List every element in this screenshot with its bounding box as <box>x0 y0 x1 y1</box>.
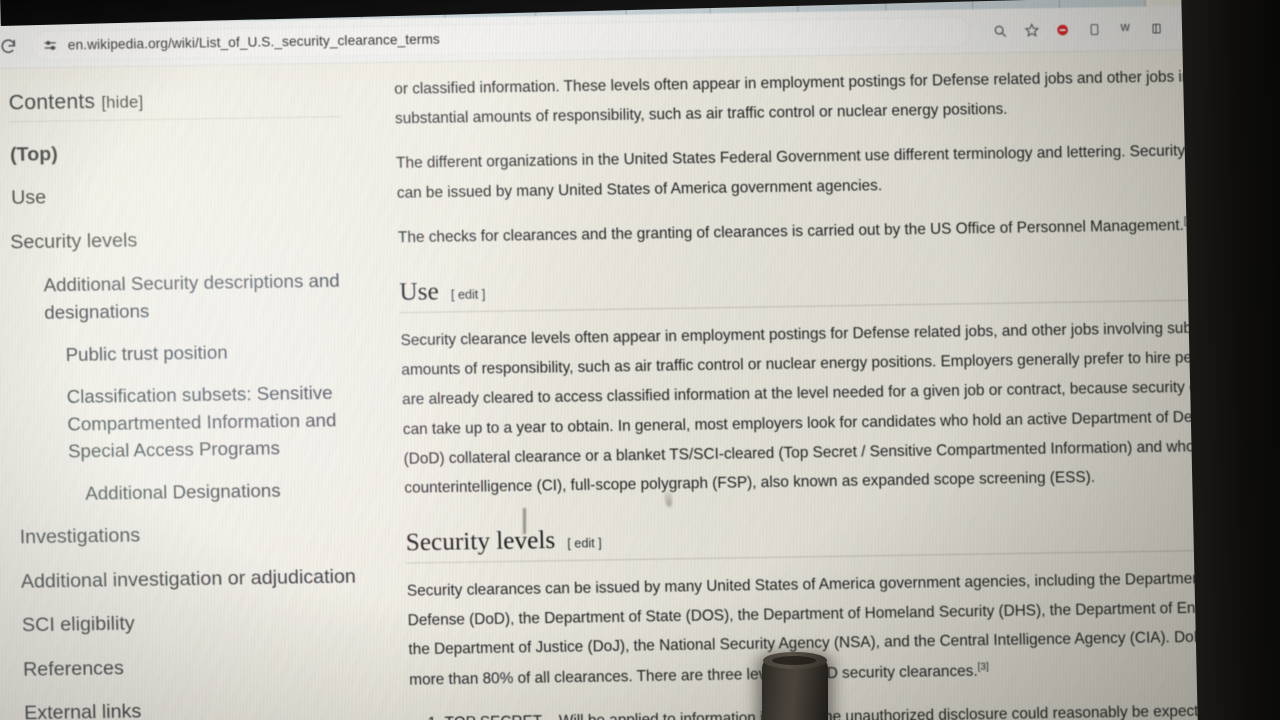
browser-tab[interactable]: 🌐 Wiring t × <box>361 0 446 19</box>
browser-tab[interactable]: 🌐 Serotoni × <box>98 0 187 23</box>
extension-page-icon[interactable] <box>1083 18 1106 41</box>
extension-red-icon[interactable] <box>1051 18 1074 41</box>
tab-close-icon[interactable]: × <box>521 0 527 5</box>
toc-item[interactable]: Classification subsets: Sensitive Compar… <box>16 371 364 473</box>
extension-sidebar-icon[interactable] <box>1145 17 1168 40</box>
toc-item-label: SCI eligibility <box>21 612 135 637</box>
reload-icon[interactable] <box>0 35 20 58</box>
globe-icon: 🌐 <box>193 0 208 12</box>
zoom-search-icon[interactable] <box>989 19 1012 42</box>
browser-tab-label: Lec 1: In <box>824 0 865 1</box>
unlock-icon: 🔓 <box>543 0 558 7</box>
chevron-down-icon[interactable]: ∨ <box>0 233 11 254</box>
toc-item-label: Investigations <box>19 524 141 549</box>
browser-tab-label: Covingto <box>212 0 255 12</box>
toc-item-label: References <box>22 656 125 681</box>
section-heading-use: Use [ edit ] <box>399 265 1271 314</box>
toolbar-icon-group[interactable]: W <box>989 16 1231 42</box>
toc-item[interactable]: (Top) <box>9 127 356 176</box>
chrome-menu-icon[interactable] <box>1208 16 1231 39</box>
tab-close-icon[interactable]: × <box>172 0 178 11</box>
tab-close-icon[interactable]: × <box>696 0 702 2</box>
pause-icon: ‖ <box>633 0 648 5</box>
section-title-use: Use <box>399 278 440 307</box>
browser-tab[interactable]: ‖In search × <box>444 0 537 18</box>
extension-w-icon: W <box>1120 22 1131 35</box>
toc-item[interactable]: Additional Designations <box>18 468 364 516</box>
monitor-screen: 🌐 Serotoni × 🌐 Covingto × W Potentia × 🌐 Wiring t ×… <box>0 0 1280 720</box>
globe-icon: 🌐 <box>369 0 383 10</box>
edit-link-security-levels[interactable]: [ edit ] <box>567 536 602 551</box>
browser-tab-label: Genetic <box>652 0 689 4</box>
tab-close-icon[interactable]: × <box>261 0 267 9</box>
browser-tab-label: Wiring t <box>387 0 424 9</box>
reference-marker-3[interactable]: [3] <box>977 661 989 672</box>
toc-list[interactable]: (Top) Use ∨Security levels Additional Secur… <box>0 127 371 720</box>
toc-item-label: Security levels <box>9 229 138 254</box>
security-levels-list: TOP SECRET – Will be applied to informat… <box>444 696 1280 720</box>
browser-tab-label: Biosensc <box>562 0 605 6</box>
youtube-icon: ▶ <box>805 0 820 3</box>
browser-tab[interactable]: 🔓 Biosensc × <box>535 0 627 17</box>
security-level-item: TOP SECRET – Will be applied to informat… <box>444 696 1280 720</box>
intro-paragraph-3: The checks for clearances and the granti… <box>398 209 1269 252</box>
tab-close-icon[interactable]: × <box>431 0 437 7</box>
address-bar[interactable]: en.wikipedia.org/wiki/List_of_U.S._secur… <box>31 15 972 61</box>
table-of-contents-sidebar[interactable]: Contents [hide] (Top) Use ∨Security levels… <box>0 63 402 720</box>
toc-item[interactable]: SCI eligibility <box>21 598 368 647</box>
intro-paragraph-3-text: The checks for clearances and the granti… <box>397 216 1185 247</box>
toc-hide-link[interactable]: [hide] <box>101 93 143 112</box>
youtube-icon: ▶ <box>717 0 732 4</box>
toc-item[interactable]: Additional Security descriptions and des… <box>13 259 360 334</box>
intro-paragraph-1: or classified information. These levels … <box>394 67 1239 128</box>
toc-item[interactable]: References <box>22 642 369 691</box>
browser-tab-label: In search <box>470 0 515 8</box>
intro-paragraph-2: The different organizations in the Unite… <box>395 141 1264 202</box>
toc-item[interactable]: External links <box>24 686 371 720</box>
toc-item[interactable]: Use <box>11 171 358 220</box>
browser-tab[interactable]: 🌐 Covingto × <box>185 0 276 22</box>
contents-heading: Contents [hide] <box>8 86 354 116</box>
toc-item-label: Additional Designations <box>85 480 281 505</box>
browser-tab-label: Serotoni <box>125 0 166 13</box>
bookmark-star-icon[interactable] <box>1020 19 1043 42</box>
wikipedia-icon: W <box>285 0 295 9</box>
toc-item-label: (Top) <box>9 142 59 166</box>
browser-tab[interactable]: ‖ Genetic × <box>625 0 711 15</box>
pause-icon: ‖ <box>452 0 467 8</box>
contents-title: Contents <box>8 89 96 115</box>
section-title-security-levels: Security levels <box>405 526 556 557</box>
toc-item-label: Public trust position <box>65 341 228 366</box>
wikipedia-page: Contents [hide] (Top)Use∨Security levels… <box>0 48 1280 720</box>
toc-item[interactable]: Investigations <box>19 510 366 559</box>
toc-divider <box>9 116 341 123</box>
security-levels-paragraph-text: Security clearances can be issued by man… <box>406 570 1275 689</box>
youtube-icon: ▶ <box>893 0 908 1</box>
toc-item-label: External links <box>23 700 142 720</box>
article-content: or classified information. These levels … <box>384 48 1280 720</box>
tune-sliders-icon[interactable] <box>41 34 59 56</box>
security-levels-paragraph: Security clearances can be issued by man… <box>407 563 1280 695</box>
toc-item[interactable]: ∨Security levels <box>0 215 359 264</box>
toc-item[interactable]: Public trust position <box>15 328 361 376</box>
toc-item[interactable]: Additional investigation or adjudication <box>20 554 367 603</box>
toc-item-label: Use <box>10 186 47 210</box>
browser-tab-label: Potentia <box>301 0 341 10</box>
browser-tab[interactable]: W Potentia × <box>274 0 362 21</box>
screen-photograph: 🌐 Serotoni × 🌐 Covingto × W Potentia × 🌐 Wiring t ×… <box>0 0 1280 720</box>
tab-close-icon[interactable]: × <box>347 0 353 8</box>
toc-item-label: Additional investigation or adjudication <box>20 565 357 593</box>
reference-marker[interactable]: [1][2] <box>1184 215 1207 226</box>
section-heading-security-levels: Security levels [ edit ] <box>405 515 1277 564</box>
tab-close-icon[interactable]: × <box>784 0 790 1</box>
profile-avatar-icon[interactable] <box>1176 16 1199 39</box>
globe-icon: 🌐 <box>107 0 121 14</box>
edit-link-use[interactable]: [ edit ] <box>451 288 486 303</box>
toc-item-label: Classification subsets: Sensitive Compar… <box>66 382 337 463</box>
browser-tab-label: Lec 1: In <box>736 0 777 3</box>
url-text[interactable]: en.wikipedia.org/wiki/List_of_U.S._secur… <box>68 32 440 53</box>
use-paragraph: Security clearance levels often appear i… <box>400 319 1264 497</box>
toc-item-label: Additional Security descriptions and des… <box>43 270 340 324</box>
tab-close-icon[interactable]: × <box>612 0 618 4</box>
